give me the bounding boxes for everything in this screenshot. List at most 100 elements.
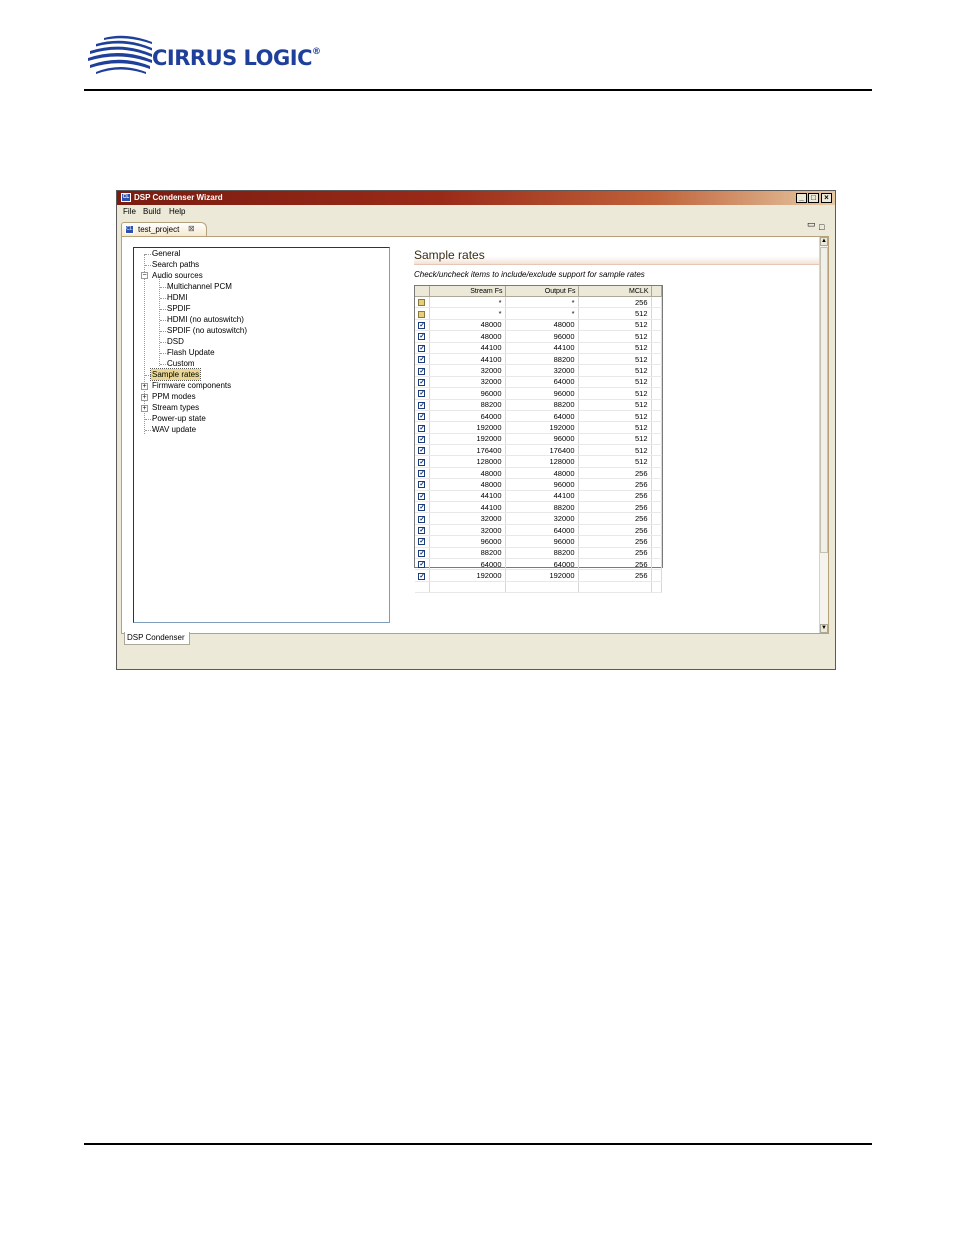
checked-checkbox[interactable]: ✓	[418, 435, 426, 443]
checked-checkbox[interactable]: ✓	[418, 549, 426, 557]
table-row[interactable]: ✓ 192000 192000 512	[415, 421, 662, 434]
table-row[interactable]: ✓ 32000 32000 256	[415, 512, 662, 525]
maximize-icon[interactable]: □	[808, 193, 819, 203]
table-row[interactable]: ✓ 32000 64000 256	[415, 524, 662, 537]
collapse-icon[interactable]: −	[141, 272, 148, 279]
menu-file[interactable]: File	[123, 207, 136, 216]
checked-checkbox[interactable]: ✓	[418, 321, 426, 329]
expand-icon[interactable]: +	[141, 383, 148, 390]
tree-item-hdmi[interactable]: HDMI	[167, 292, 187, 303]
tree-item-power-up-state[interactable]: Power-up state	[152, 413, 206, 424]
unchecked-checkbox[interactable]	[418, 310, 426, 318]
filler-cell	[651, 364, 662, 377]
menu-help[interactable]: Help	[169, 207, 185, 216]
column-header-stream-fs[interactable]: Stream Fs	[429, 286, 506, 297]
checked-checkbox[interactable]: ✓	[418, 413, 426, 421]
tree-item-stream-types[interactable]: Stream types	[152, 402, 199, 413]
table-row[interactable]: ✓ 32000 32000 512	[415, 364, 662, 377]
table-row[interactable]: ✓ 88200 88200 512	[415, 399, 662, 411]
table-row[interactable]: ✓ 192000 96000 512	[415, 433, 662, 446]
checked-checkbox[interactable]: ✓	[418, 378, 426, 386]
output-fs-cell	[505, 581, 579, 594]
minimize-icon[interactable]: _	[796, 193, 807, 203]
menu-build[interactable]: Build	[143, 207, 161, 216]
panel-title: Sample rates	[414, 247, 822, 265]
editor-tab[interactable]: CL test_project ⊠	[121, 222, 207, 236]
table-row[interactable]: ✓ 96000 96000 256	[415, 535, 662, 548]
checked-checkbox[interactable]: ✓	[418, 367, 426, 375]
scroll-up-icon[interactable]: ▲	[820, 237, 828, 246]
close-icon[interactable]: ×	[821, 193, 832, 203]
tree-item-hdmi-no-autoswitch[interactable]: HDMI (no autoswitch)	[167, 314, 244, 325]
table-row[interactable]: ✓ 64000 64000 512	[415, 410, 662, 423]
expand-icon[interactable]: +	[141, 394, 148, 401]
table-row[interactable]: ✓ 44100 44100 256	[415, 490, 662, 503]
table-row[interactable]: ✓ 48000 48000 256	[415, 467, 662, 480]
minimize-view-icon[interactable]: ▭	[807, 219, 816, 230]
column-header-select[interactable]	[415, 286, 430, 297]
checked-checkbox[interactable]: ✓	[418, 390, 426, 398]
table-row[interactable]: * * 256	[415, 296, 662, 309]
table-row[interactable]: ✓ 44100 88200 256	[415, 501, 662, 514]
checked-checkbox[interactable]: ✓	[418, 538, 426, 546]
maximize-view-icon[interactable]: □	[819, 222, 824, 232]
table-row[interactable]: ✓ 48000 96000 256	[415, 478, 662, 491]
tree-item-firmware-components[interactable]: Firmware components	[152, 380, 231, 391]
checked-checkbox[interactable]: ✓	[418, 344, 426, 352]
stream-fs-cell: 128000	[429, 455, 506, 468]
tree-item-flash-update[interactable]: Flash Update	[167, 347, 215, 358]
scroll-thumb[interactable]	[820, 247, 828, 553]
checked-checkbox[interactable]: ✓	[418, 481, 426, 489]
checked-checkbox[interactable]: ✓	[418, 447, 426, 455]
column-header-mclk[interactable]: MCLK	[578, 286, 652, 297]
scroll-down-icon[interactable]: ▼	[820, 624, 828, 633]
table-row[interactable]: ✓ 32000 64000 512	[415, 376, 662, 389]
table-row[interactable]: ✓ 48000 48000 512	[415, 319, 662, 332]
expand-icon[interactable]: +	[141, 405, 148, 412]
unchecked-checkbox[interactable]	[418, 299, 426, 307]
tree-item-search-paths[interactable]: Search paths	[152, 259, 199, 270]
checked-checkbox[interactable]: ✓	[418, 356, 426, 364]
checked-checkbox[interactable]: ✓	[418, 515, 426, 523]
checked-checkbox[interactable]: ✓	[418, 470, 426, 478]
checked-checkbox[interactable]: ✓	[418, 424, 426, 432]
checked-checkbox[interactable]: ✓	[418, 572, 426, 580]
checked-checkbox[interactable]: ✓	[418, 527, 426, 535]
table-row[interactable]	[415, 581, 662, 594]
table-row[interactable]: * * 512	[415, 307, 662, 320]
table-row[interactable]: ✓ 192000 192000 256	[415, 569, 662, 582]
tree-item-ppm-modes[interactable]: PPM modes	[152, 391, 196, 402]
title-bar[interactable]: CL DSP Condenser Wizard _ □ ×	[117, 191, 835, 205]
table-row[interactable]: ✓ 48000 96000 512	[415, 330, 662, 343]
tree-item-general[interactable]: General	[152, 248, 180, 259]
checked-checkbox[interactable]: ✓	[418, 401, 426, 409]
table-row[interactable]: ✓ 44100 44100 512	[415, 342, 662, 354]
table-row[interactable]: ✓ 88200 88200 256	[415, 547, 662, 560]
tree-item-dsd[interactable]: DSD	[167, 336, 184, 347]
output-fs-cell: 44100	[505, 342, 579, 354]
checked-checkbox[interactable]: ✓	[418, 333, 426, 341]
table-row[interactable]: ✓ 176400 176400 512	[415, 444, 662, 457]
tree-item-sample-rates[interactable]: Sample rates	[149, 368, 202, 381]
tree-item-wav-update[interactable]: WAV update	[152, 424, 196, 435]
column-header-output-fs[interactable]: Output Fs	[505, 286, 579, 297]
tree-item-audio-sources[interactable]: Audio sources	[152, 270, 203, 281]
checked-checkbox[interactable]: ✓	[418, 561, 426, 569]
vertical-scrollbar[interactable]: ▲ ▼	[819, 237, 828, 633]
tree-item-spdif[interactable]: SPDIF	[167, 303, 191, 314]
tab-dsp-condenser[interactable]: DSP Condenser	[124, 632, 190, 645]
filler-cell	[651, 410, 662, 423]
table-row[interactable]: ✓ 128000 128000 512	[415, 455, 662, 468]
filler-cell	[651, 376, 662, 389]
checked-checkbox[interactable]: ✓	[418, 458, 426, 466]
table-row[interactable]: ✓ 96000 96000 512	[415, 387, 662, 400]
checked-checkbox[interactable]: ✓	[418, 492, 426, 500]
tree-item-spdif-no-autoswitch[interactable]: SPDIF (no autoswitch)	[167, 325, 247, 336]
tree-item-custom[interactable]: Custom	[167, 358, 195, 369]
checked-checkbox[interactable]: ✓	[418, 504, 426, 512]
close-tab-icon[interactable]: ⊠	[188, 224, 195, 233]
tree-item-multichannel-pcm[interactable]: Multichannel PCM	[167, 281, 232, 292]
table-row[interactable]: ✓ 44100 88200 512	[415, 353, 662, 366]
table-row[interactable]: ✓ 64000 64000 256	[415, 558, 662, 571]
filler-cell	[651, 547, 662, 560]
